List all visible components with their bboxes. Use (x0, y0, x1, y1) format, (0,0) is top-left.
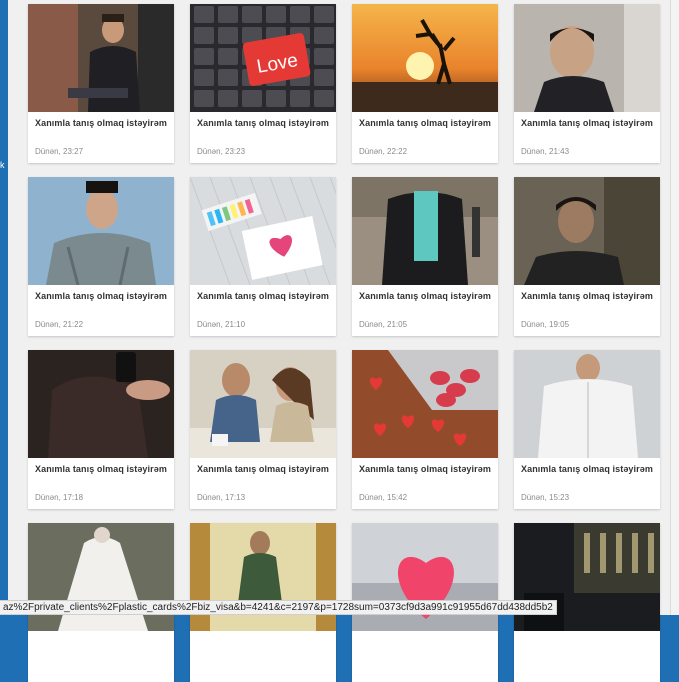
listing-card[interactable]: Xanımla tanış olmaq istəyirəm Dünən, 21:1… (190, 177, 336, 336)
sunset-couple-photo[interactable] (352, 4, 498, 112)
listing-card[interactable]: Xanımla tanış olmaq istəyirəm Dünən, 17:1… (190, 350, 336, 509)
listing-title[interactable]: Xanımla tanış olmaq istəyirəm (190, 112, 336, 128)
man-outdoor-photo[interactable] (514, 177, 660, 285)
man-selfie-photo[interactable] (514, 4, 660, 112)
listing-card[interactable]: Xanımla tanış olmaq istəyirəm Dünən, 23:2… (28, 4, 174, 163)
listing-title[interactable]: Xanımla tanış olmaq istəyirəm (190, 458, 336, 474)
man-suit-photo[interactable] (352, 177, 498, 285)
listing-card[interactable]: Love Xanımla tanış olmaq istəyirəm Dünən,… (190, 4, 336, 163)
listing-card[interactable]: Xanımla tanış olmaq istəyirəm Dünən, 15:4… (352, 350, 498, 509)
heart-drawing-photo[interactable] (190, 177, 336, 285)
listing-title[interactable]: Xanımla tanış olmaq istəyirəm (352, 458, 498, 474)
listing-time: Dünən, 15:23 (521, 493, 570, 502)
man-seated-photo[interactable] (28, 4, 174, 112)
desktop-edge-text: k (0, 160, 5, 170)
listing-card[interactable]: Xanımla tanış olmaq istəyirəm Dünən, 15:2… (514, 350, 660, 509)
listing-time: Dünən, 21:22 (35, 320, 84, 329)
listing-title[interactable]: Xanımla tanış olmaq istəyirəm (190, 285, 336, 301)
listing-title[interactable]: Xanımla tanış olmaq istəyirəm (28, 458, 174, 474)
listing-title[interactable]: Xanımla tanış olmaq istəyirəm (514, 285, 660, 301)
listing-title[interactable]: Xanımla tanış olmaq istəyirəm (514, 112, 660, 128)
listing-title[interactable]: Xanımla tanış olmaq istəyirəm (352, 112, 498, 128)
mirror-selfie-photo[interactable] (28, 350, 174, 458)
status-bar-url: az%2Fprivate_clients%2Fplastic_cards%2Fb… (0, 600, 557, 615)
listing-time: Dünən, 23:27 (35, 147, 84, 156)
listing-title[interactable]: Xanımla tanış olmaq istəyirəm (28, 285, 174, 301)
listing-time (190, 637, 336, 656)
listing-grid: Xanımla tanış olmaq istəyirəm Dünən, 23:2… (28, 4, 660, 682)
man-uniform-photo[interactable] (28, 177, 174, 285)
listing-card[interactable]: Xanımla tanış olmaq istəyirəm Dünən, 17:1… (28, 350, 174, 509)
listing-card[interactable]: Xanımla tanış olmaq istəyirəm Dünən, 21:2… (28, 177, 174, 336)
listing-time: Dünən, 23:23 (197, 147, 246, 156)
listing-time (514, 637, 660, 656)
scrollbar[interactable] (670, 0, 679, 615)
listing-time: Dünən, 21:10 (197, 320, 246, 329)
listing-panel: Xanımla tanış olmaq istəyirəm Dünən, 23:2… (8, 0, 670, 682)
listing-card[interactable]: Xanımla tanış olmaq istəyirəm Dünən, 21:0… (352, 177, 498, 336)
listing-time (352, 637, 498, 656)
listing-card[interactable]: Xanımla tanış olmaq istəyirəm Dünən, 21:4… (514, 4, 660, 163)
listing-time: Dünən, 17:13 (197, 493, 246, 502)
man-white-shirt-photo[interactable] (514, 350, 660, 458)
listing-title[interactable]: Xanımla tanış olmaq istəyirəm (28, 112, 174, 128)
listing-time: Dünən, 19:05 (521, 320, 570, 329)
listing-time: Dünən, 21:05 (359, 320, 408, 329)
listing-time (28, 637, 174, 656)
couple-cafe-photo[interactable] (190, 350, 336, 458)
listing-card[interactable]: Xanımla tanış olmaq istəyirəm Dünən, 19:0… (514, 177, 660, 336)
love-keyboard-photo[interactable]: Love (190, 4, 336, 112)
listing-time: Dünən, 22:22 (359, 147, 408, 156)
listing-title[interactable]: Xanımla tanış olmaq istəyirəm (514, 458, 660, 474)
listing-card[interactable]: Xanımla tanış olmaq istəyirəm Dünən, 22:2… (352, 4, 498, 163)
hearts-laptop-photo[interactable] (352, 350, 498, 458)
listing-time: Dünən, 21:43 (521, 147, 570, 156)
listing-title[interactable]: Xanımla tanış olmaq istəyirəm (352, 285, 498, 301)
listing-time: Dünən, 17:18 (35, 493, 84, 502)
listing-time: Dünən, 15:42 (359, 493, 408, 502)
